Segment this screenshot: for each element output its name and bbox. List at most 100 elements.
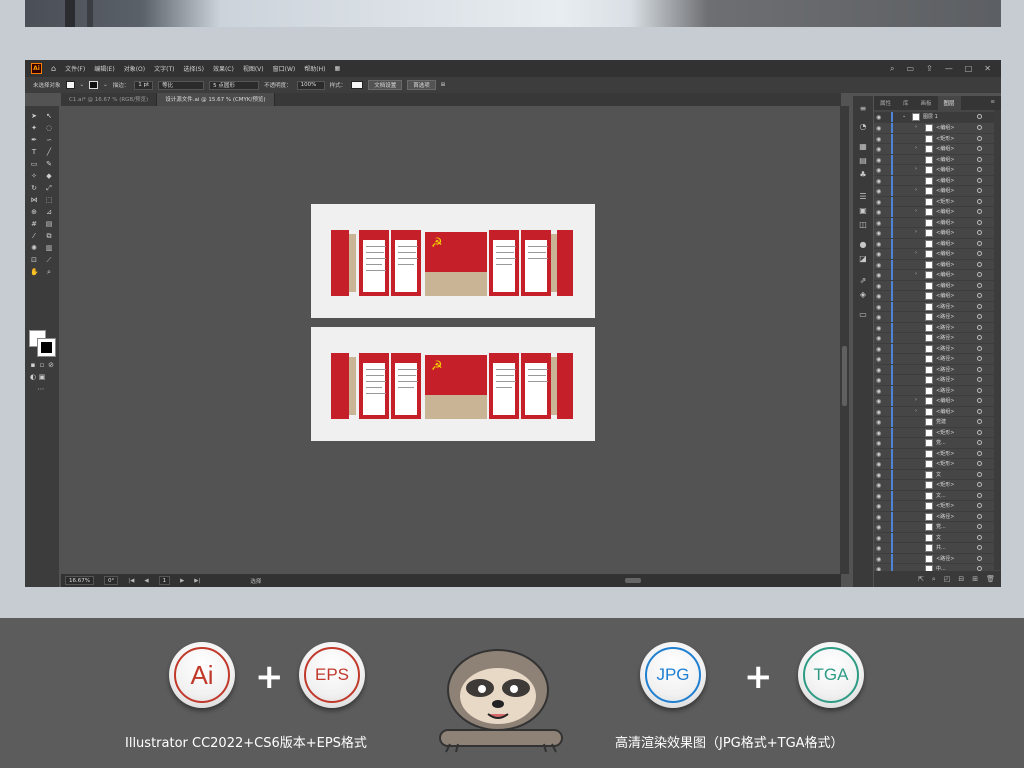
tab-layers[interactable]: 图层: [937, 96, 961, 110]
visibility-eye-icon[interactable]: ◉: [876, 430, 881, 437]
chevron-right-icon[interactable]: ›: [915, 271, 917, 277]
style-swatch[interactable]: [351, 81, 364, 89]
visibility-eye-icon[interactable]: ◉: [876, 283, 881, 290]
layer-row[interactable]: ◉ <编组>: [874, 280, 994, 291]
search-icon[interactable]: ⌕: [890, 64, 894, 74]
visibility-eye-icon[interactable]: ◉: [876, 251, 881, 258]
layer-row[interactable]: ◉ 共...: [874, 543, 994, 554]
layer-row[interactable]: ◉ 文: [874, 532, 994, 543]
document-setup-button[interactable]: 文档设置: [368, 80, 403, 90]
horizontal-scroll-thumb[interactable]: [625, 578, 641, 583]
target-circle-icon[interactable]: [977, 125, 982, 130]
visibility-eye-icon[interactable]: ◉: [876, 304, 881, 311]
chevron-right-icon[interactable]: ›: [915, 229, 917, 235]
first-artboard-icon[interactable]: |◀: [128, 578, 134, 584]
visibility-eye-icon[interactable]: ◉: [876, 409, 881, 416]
layer-row[interactable]: ◉ <路径>: [874, 375, 994, 386]
menu-object[interactable]: 对象(O): [124, 64, 145, 73]
stroke-color-swatch[interactable]: [37, 338, 56, 357]
layer-row[interactable]: ◉ <路径>: [874, 322, 994, 333]
gradient-icon[interactable]: ▣: [858, 206, 868, 215]
layer-row[interactable]: ◉ › <编组>: [874, 207, 994, 218]
opacity-input[interactable]: 100%: [296, 80, 325, 90]
chevron-down-icon[interactable]: ⌄: [902, 113, 906, 119]
layer-row[interactable]: ◉ <编组>: [874, 238, 994, 249]
locate-object-icon[interactable]: ⌕: [932, 575, 936, 584]
target-circle-icon[interactable]: [977, 387, 982, 393]
selection-tool-icon[interactable]: ➤: [30, 113, 38, 120]
target-circle-icon[interactable]: [977, 524, 982, 529]
comments-icon[interactable]: ▭: [858, 310, 868, 319]
layer-row[interactable]: ◉ <编组>: [874, 291, 994, 302]
layer-row[interactable]: ◉ › <编组>: [874, 396, 994, 407]
new-layer-icon[interactable]: ⊞: [972, 575, 978, 583]
layer-row[interactable]: ◉ <矩形>: [874, 501, 994, 512]
layer-row[interactable]: ◉ › <编组>: [874, 406, 994, 417]
graphic-styles-icon[interactable]: ◪: [858, 254, 868, 263]
target-circle-icon[interactable]: [977, 156, 982, 162]
minimize-button[interactable]: —: [945, 64, 953, 74]
target-circle-icon[interactable]: [977, 177, 982, 183]
layer-row[interactable]: ◉ 党...: [874, 522, 994, 533]
perspective-grid-icon[interactable]: ⊿: [45, 209, 53, 216]
scrollbar-thumb[interactable]: [842, 346, 847, 406]
stroke-swatch[interactable]: [89, 81, 99, 89]
screen-mode-icon[interactable]: ▣: [38, 374, 46, 381]
tab-document-2[interactable]: 设计源文件.ai @ 15.67 % (CMYK/预览): [157, 93, 275, 106]
transparency-icon[interactable]: ◫: [858, 220, 868, 229]
menu-file[interactable]: 文件(F): [65, 64, 85, 73]
visibility-eye-icon[interactable]: ◉: [876, 556, 881, 563]
layers-icon[interactable]: ◈: [858, 290, 868, 299]
visibility-eye-icon[interactable]: ◉: [876, 220, 881, 227]
export-icon[interactable]: ⇗: [858, 276, 868, 285]
target-circle-icon[interactable]: [977, 356, 982, 361]
layer-row[interactable]: ◉ <路径>: [874, 354, 994, 365]
layer-row[interactable]: ◉ <编组>: [874, 259, 994, 270]
edit-toolbar-icon[interactable]: ⋯: [37, 386, 45, 393]
column-graph-icon[interactable]: ▥: [45, 245, 53, 252]
stroke-weight-input[interactable]: 1 pt: [134, 80, 154, 90]
pencil-tool-icon[interactable]: ✎: [45, 161, 53, 168]
target-circle-icon[interactable]: [977, 513, 982, 519]
layer-row[interactable]: ◉ 党建: [874, 417, 994, 428]
artboard-2[interactable]: ☭: [311, 327, 595, 441]
arrange-icon[interactable]: ▭: [906, 64, 914, 74]
visibility-eye-icon[interactable]: ◉: [876, 325, 881, 332]
scale-tool-icon[interactable]: ⤢: [45, 185, 53, 192]
visibility-eye-icon[interactable]: ◉: [876, 114, 881, 121]
tab-document-1[interactable]: C1.ai* @ 16.67 % (RGB/预览): [61, 93, 158, 106]
layer-row[interactable]: ◉ <编组>: [874, 175, 994, 186]
target-circle-icon[interactable]: [977, 167, 982, 172]
menu-window[interactable]: 窗口(W): [273, 64, 296, 73]
chevron-right-icon[interactable]: ›: [915, 397, 917, 403]
layer-row[interactable]: ◉ 文: [874, 469, 994, 480]
preferences-button[interactable]: 首选项: [407, 80, 436, 90]
visibility-eye-icon[interactable]: ◉: [876, 209, 881, 216]
chevron-right-icon[interactable]: ›: [915, 250, 917, 256]
gradient-tool-icon[interactable]: ▤: [45, 221, 53, 228]
swatches-icon[interactable]: ♣: [858, 170, 868, 179]
target-circle-icon[interactable]: [977, 251, 982, 256]
visibility-eye-icon[interactable]: ◉: [876, 356, 881, 363]
artboard-1[interactable]: ☭: [311, 204, 595, 318]
lasso-tool-icon[interactable]: ◌: [45, 125, 53, 132]
visibility-eye-icon[interactable]: ◉: [876, 388, 881, 395]
close-button[interactable]: ✕: [984, 64, 991, 74]
curvature-tool-icon[interactable]: ∽: [45, 137, 53, 144]
rotation-select[interactable]: 0°: [103, 576, 119, 585]
target-circle-icon[interactable]: [977, 534, 982, 540]
visibility-eye-icon[interactable]: ◉: [876, 535, 881, 542]
hand-tool-icon[interactable]: ✋: [30, 269, 39, 276]
layer-row[interactable]: ◉ 文...: [874, 490, 994, 501]
chevron-right-icon[interactable]: ›: [915, 124, 917, 130]
layer-row[interactable]: ◉ › <编组>: [874, 165, 994, 176]
tab-artboards[interactable]: 画板: [915, 96, 938, 110]
visibility-eye-icon[interactable]: ◉: [876, 272, 881, 279]
artboard-tool-icon[interactable]: ⊡: [30, 257, 38, 264]
layer-row[interactable]: ◉ 党...: [874, 438, 994, 449]
layer-row[interactable]: ◉ <路径>: [874, 511, 994, 522]
rectangle-tool-icon[interactable]: ▭: [30, 161, 38, 168]
layer-row[interactable]: ◉ › <编组>: [874, 144, 994, 155]
draw-mode-icon[interactable]: ◐: [29, 374, 37, 381]
target-circle-icon[interactable]: [977, 282, 982, 288]
